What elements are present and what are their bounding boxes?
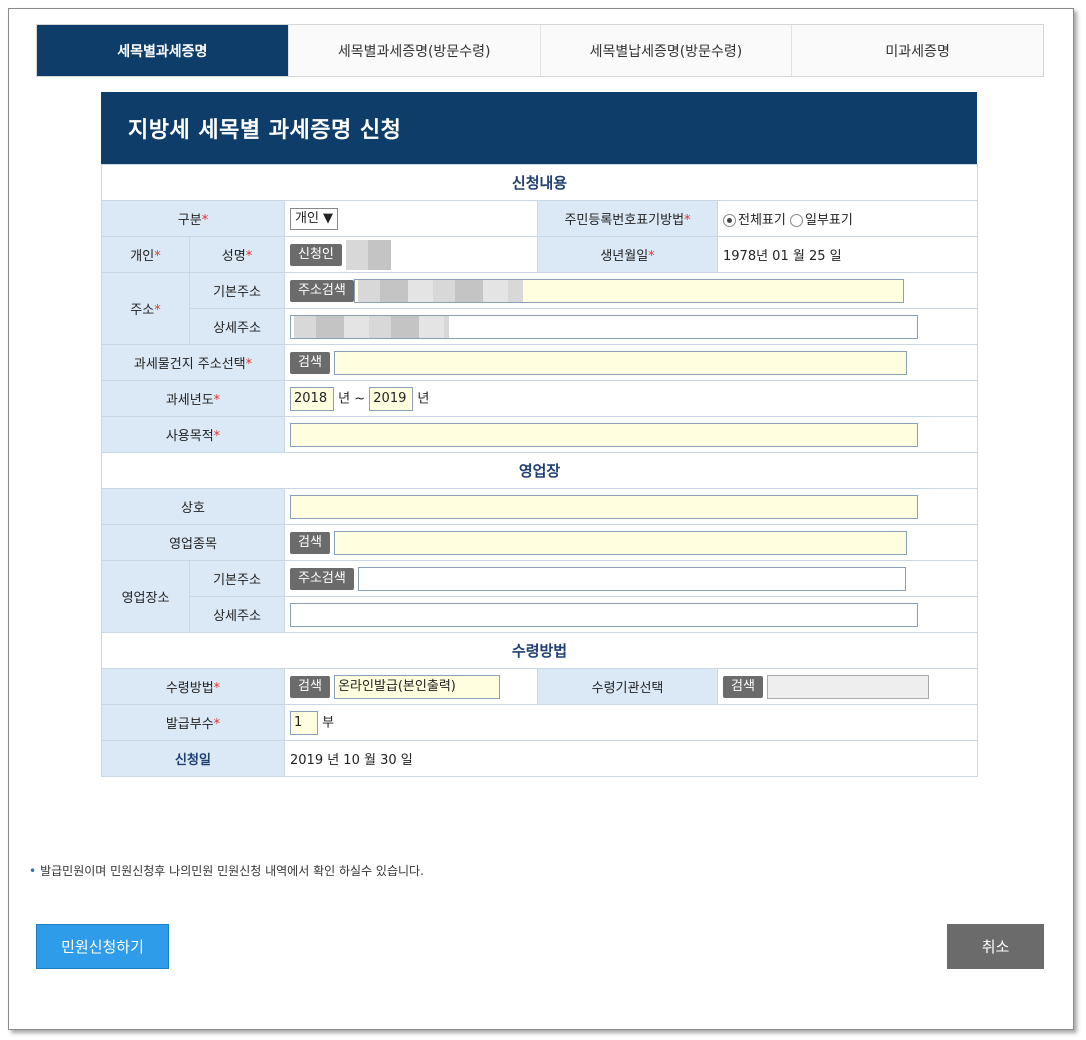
tax-object-cell: 검색 bbox=[283, 344, 979, 381]
redacted-detail-address bbox=[294, 315, 449, 338]
business-detail-address-input[interactable] bbox=[290, 602, 918, 627]
category-select[interactable]: 개인 ▼ bbox=[290, 207, 339, 230]
name-label: 성명* bbox=[189, 236, 285, 273]
business-basic-address-cell: 주소검색 bbox=[283, 560, 979, 597]
business-detail-address-label: 상세주소 bbox=[189, 596, 285, 633]
business-type-search-button[interactable]: 검색 bbox=[290, 531, 330, 554]
section-title-application: 신청내용 bbox=[100, 164, 979, 201]
birth-date: 1978년 01 월 25 일 bbox=[716, 236, 979, 273]
receipt-agency-label: 수령기관선택 bbox=[537, 668, 718, 705]
bullet-icon: • bbox=[29, 864, 37, 878]
receipt-agency-input bbox=[767, 674, 930, 699]
tab-tax-certificate-visit[interactable]: 세목별과세증명(방문수령) bbox=[287, 25, 540, 76]
redacted-name bbox=[346, 239, 392, 270]
business-name-label: 상호 bbox=[101, 488, 285, 525]
application-form: 신청내용 구분* 개인 ▼ 주민등록번호표기방법* 전체표기 일부표기 개인* … bbox=[100, 164, 979, 777]
section-title-receipt: 수령방법 bbox=[100, 632, 979, 669]
business-type-input[interactable] bbox=[334, 530, 908, 555]
purpose-input[interactable] bbox=[290, 422, 918, 447]
rrn-method-label: 주민등록번호표기방법* bbox=[537, 200, 718, 237]
tab-bar: 세목별과세증명 세목별과세증명(방문수령) 세목별납세증명(방문수령) 미과세증… bbox=[36, 24, 1044, 77]
business-name-input[interactable] bbox=[290, 494, 918, 519]
category-cell: 개인 ▼ bbox=[284, 200, 538, 237]
rrn-full-label: 전체표기 bbox=[738, 213, 786, 228]
business-type-cell: 검색 bbox=[283, 524, 979, 561]
cancel-button[interactable]: 취소 bbox=[947, 924, 1044, 969]
name-cell: 신청인 bbox=[284, 236, 538, 273]
application-date-label: 신청일 bbox=[101, 740, 285, 777]
rrn-method-cell: 전체표기 일부표기 bbox=[716, 200, 979, 237]
tax-object-label: 과세물건지 주소선택* bbox=[101, 344, 285, 381]
business-name-cell bbox=[283, 488, 979, 525]
address-label: 주소* bbox=[101, 272, 190, 345]
receipt-agency-search-button[interactable]: 검색 bbox=[723, 675, 763, 698]
purpose-label: 사용목적* bbox=[101, 416, 285, 453]
copies-input[interactable]: 1 bbox=[290, 710, 318, 735]
receipt-method-search-button[interactable]: 검색 bbox=[290, 675, 330, 698]
year-from-input[interactable]: 2018 bbox=[290, 386, 334, 411]
redacted-address bbox=[357, 279, 523, 302]
info-note: • 발급민원이며 민원신청후 나의민원 민원신청 내역에서 확인 하실수 있습니다… bbox=[29, 864, 424, 878]
page-title: 지방세 세목별 과세증명 신청 bbox=[101, 92, 977, 164]
receipt-method-cell: 검색 온라인발급(본인출력) bbox=[284, 668, 538, 705]
section-title-business: 영업장 bbox=[100, 452, 979, 489]
year-to-input[interactable]: 2019 bbox=[369, 386, 414, 411]
business-address-search-button[interactable]: 주소검색 bbox=[290, 567, 354, 590]
purpose-cell bbox=[283, 416, 979, 453]
receipt-method-label: 수령방법* bbox=[101, 668, 285, 705]
tax-object-search-button[interactable]: 검색 bbox=[290, 351, 330, 374]
tax-object-input[interactable] bbox=[334, 350, 908, 375]
business-basic-address-input[interactable] bbox=[357, 566, 906, 591]
applicant-button[interactable]: 신청인 bbox=[290, 243, 342, 266]
detail-address-cell bbox=[283, 308, 979, 345]
application-date: 2019 년 10 월 30 일 bbox=[283, 740, 979, 777]
basic-address-label: 기본주소 bbox=[189, 272, 285, 309]
tax-year-cell: 2018 년 ~ 2019 년 bbox=[283, 380, 979, 417]
business-type-label: 영업종목 bbox=[101, 524, 285, 561]
tab-non-taxation[interactable]: 미과세증명 bbox=[791, 25, 1043, 76]
submit-application-button[interactable]: 민원신청하기 bbox=[36, 924, 169, 969]
business-detail-address-cell bbox=[283, 596, 979, 633]
rrn-partial-radio[interactable] bbox=[789, 214, 803, 227]
business-place-label: 영업장소 bbox=[101, 560, 190, 633]
rrn-full-radio[interactable] bbox=[723, 214, 736, 227]
receipt-method-input[interactable]: 온라인발급(본인출력) bbox=[334, 674, 501, 699]
copies-cell: 1 부 bbox=[283, 704, 979, 741]
tax-year-label: 과세년도* bbox=[101, 380, 285, 417]
birth-label: 생년월일* bbox=[537, 236, 718, 273]
category-label: 구분* bbox=[101, 200, 285, 237]
basic-address-input[interactable] bbox=[353, 278, 904, 303]
receipt-agency-cell: 검색 bbox=[716, 668, 979, 705]
detail-address-label: 상세주소 bbox=[189, 308, 285, 345]
detail-address-input[interactable] bbox=[290, 314, 918, 339]
year-suffix: 년 bbox=[417, 391, 430, 406]
basic-address-cell: 주소검색 bbox=[283, 272, 979, 309]
address-search-button[interactable]: 주소검색 bbox=[290, 279, 354, 302]
tab-tax-certificate[interactable]: 세목별과세증명 bbox=[37, 25, 288, 76]
copies-label: 발급부수* bbox=[101, 704, 285, 741]
tab-tax-payment-visit[interactable]: 세목별납세증명(방문수령) bbox=[539, 25, 792, 76]
year-separator: 년 ~ bbox=[338, 391, 366, 406]
copies-unit: 부 bbox=[322, 715, 335, 730]
individual-label: 개인* bbox=[101, 236, 190, 273]
business-basic-address-label: 기본주소 bbox=[189, 560, 285, 597]
application-panel: 지방세 세목별 과세증명 신청 신청내용 구분* 개인 ▼ 주민등록번호표기방법… bbox=[100, 92, 979, 777]
rrn-partial-label: 일부표기 bbox=[804, 213, 853, 228]
